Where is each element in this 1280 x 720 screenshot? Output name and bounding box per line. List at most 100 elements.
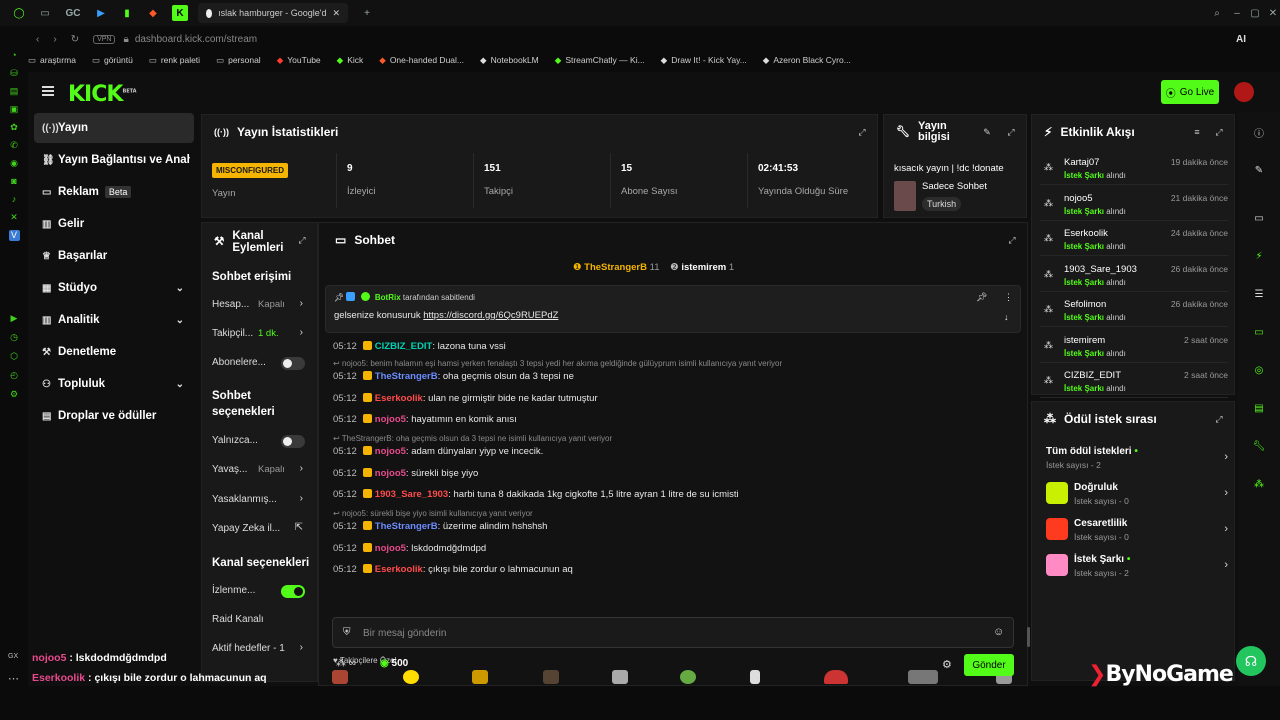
kick-logo[interactable]: KICKBETA bbox=[68, 82, 137, 107]
expand-icon[interactable]: ⤢ bbox=[1214, 414, 1224, 424]
history-icon[interactable]: ◷ bbox=[9, 332, 20, 343]
bookmark-item[interactable]: ▭ renk paleti bbox=[149, 55, 200, 66]
message-user[interactable]: CIZBIZ_EDIT bbox=[375, 341, 433, 352]
clock-icon[interactable]: ◴ bbox=[9, 370, 20, 381]
expand-icon[interactable]: ⤢ bbox=[1006, 127, 1016, 137]
browser-tab[interactable]: ıslak hamburger - Google'd ✕ bbox=[198, 3, 348, 23]
all-rewards-row[interactable]: Tüm ödül istekleri • İstek sayısı - 2 › bbox=[1046, 442, 1232, 476]
send-button[interactable]: Gönder bbox=[964, 654, 1014, 676]
toggle-switch[interactable] bbox=[281, 435, 305, 448]
vk-icon[interactable]: V bbox=[8, 230, 20, 241]
edit-icon[interactable]: ✎ bbox=[982, 127, 992, 137]
opera-logo-icon[interactable]: ◯ bbox=[12, 6, 26, 20]
nav-item-drops[interactable]: ▤ Droplar ve ödüller bbox=[34, 401, 194, 431]
toggle-switch[interactable] bbox=[281, 357, 305, 370]
cube-icon[interactable]: ⬡ bbox=[9, 351, 20, 362]
wrench-icon[interactable]: 🔧︎ bbox=[1251, 438, 1267, 454]
reward-row[interactable]: Doğruluk İstek sayısı - 0 › bbox=[1046, 478, 1232, 512]
monitor-icon[interactable]: ▭ bbox=[1251, 210, 1267, 226]
go-live-button[interactable]: ⦿ Go Live bbox=[1161, 80, 1219, 104]
emoji-icon[interactable]: ☺ bbox=[993, 626, 1004, 638]
emote-icon[interactable] bbox=[750, 670, 760, 684]
speed-dial-icon[interactable]: ◔ bbox=[9, 50, 20, 61]
action-row[interactable]: Yavaş... Kapalı › bbox=[202, 460, 317, 480]
stats-icon[interactable]: ▮ bbox=[120, 6, 134, 20]
emote-icon[interactable] bbox=[612, 670, 628, 684]
emote-icon[interactable] bbox=[472, 670, 488, 684]
nav-item-analytics[interactable]: ▥ Analitik ⌄ bbox=[34, 305, 194, 335]
emote-icon[interactable] bbox=[332, 670, 348, 684]
event-item[interactable]: ⁂ nojoo5 21 dakika önce İstek Şarkı alındı bbox=[1040, 187, 1228, 221]
search-icon[interactable]: ⌕ bbox=[1210, 6, 1224, 20]
action-row[interactable]: Aktif hedefler - 1 › bbox=[202, 639, 317, 659]
workspace-icon[interactable]: ▭ bbox=[38, 6, 52, 20]
filter-icon[interactable]: ≡ bbox=[1192, 127, 1202, 137]
message-user[interactable]: nojoo5 bbox=[375, 468, 406, 479]
bookmark-item[interactable]: ◆ NotebookLM bbox=[480, 55, 539, 66]
url-field[interactable]: dashboard.kick.com/stream bbox=[135, 34, 257, 45]
pinned-tab-icon[interactable]: ◆ bbox=[146, 6, 160, 20]
bookmark-item[interactable]: ◆ YouTube bbox=[277, 55, 321, 66]
emote-icon[interactable] bbox=[543, 670, 559, 684]
chat-message[interactable]: 05:12 CIZBIZ_EDIT: lazona tuna vssi bbox=[333, 341, 1013, 352]
back-icon[interactable]: ‹ bbox=[36, 34, 39, 45]
bookmark-item[interactable]: ▭ personal bbox=[216, 55, 261, 66]
emote-icon[interactable] bbox=[908, 670, 938, 684]
nav-item-stream-key[interactable]: ⛓Yayın Bağlantısı ve Anahtar bbox=[34, 145, 194, 175]
nav-item-revenue[interactable]: ▥ Gelir bbox=[34, 209, 194, 239]
more-icon[interactable]: ⋯ bbox=[8, 672, 19, 685]
nav-item-stream[interactable]: ((·)) Yayın bbox=[34, 113, 194, 143]
nav-item-achievements[interactable]: ♕ Başarılar bbox=[34, 241, 194, 271]
event-item[interactable]: ⁂ 1903_Sare_1903 26 dakika önce İstek Şarkı… bbox=[1040, 258, 1228, 292]
action-row[interactable]: Takipçil... 1 dk. › bbox=[202, 324, 317, 344]
event-item[interactable]: ⁂ Eserkoolik 24 dakika önce İstek Şarkı alı… bbox=[1040, 222, 1228, 256]
bookmark-item[interactable]: ◆ Azeron Black Cyro... bbox=[763, 55, 851, 66]
rewards-icon[interactable]: ⁂ bbox=[1251, 476, 1267, 492]
support-headset-icon[interactable]: ☊ bbox=[1236, 646, 1266, 676]
message-user[interactable]: nojoo5 bbox=[375, 446, 406, 457]
expand-icon[interactable]: ⤢ bbox=[857, 127, 867, 137]
message-user[interactable]: TheStrangerB bbox=[375, 371, 438, 382]
kick-tab-icon[interactable]: K bbox=[172, 5, 188, 21]
lightning-icon[interactable]: ⚡︎ bbox=[1251, 248, 1267, 264]
chatgpt-icon[interactable]: ✿ bbox=[9, 122, 20, 133]
bookmark-item[interactable]: ◆ Draw It! - Kick Yay... bbox=[661, 55, 747, 66]
chat-message[interactable]: 05:12 TheStrangerB: oha geçmis olsun da 3… bbox=[333, 371, 1013, 382]
event-item[interactable]: ⁂ istemirem 2 saat önce İstek Şarkı alındı bbox=[1040, 329, 1228, 363]
action-row[interactable]: Yasaklanmış... › bbox=[202, 490, 317, 510]
action-row[interactable]: Yapay Zeka il... ⇱ bbox=[202, 519, 317, 539]
channel-points[interactable]: ◉ 500 bbox=[380, 658, 408, 669]
gx-control-icon[interactable]: ⛁ bbox=[9, 68, 20, 79]
emote-icon[interactable] bbox=[403, 670, 419, 684]
unpin-icon[interactable]: 📌︎ bbox=[976, 292, 987, 303]
bookmark-item[interactable]: ◆ One-handed Dual... bbox=[379, 55, 464, 66]
emote-icon[interactable] bbox=[680, 670, 696, 684]
top-chatter-name[interactable]: TheStrangerB bbox=[584, 262, 647, 273]
message-user[interactable]: Eserkoolik bbox=[375, 564, 423, 575]
pinned-link[interactable]: https://discord.gg/6Qc9RUEPdZ bbox=[423, 310, 558, 321]
nav-item-studio[interactable]: ▦ Stüdyo ⌄ bbox=[34, 273, 194, 303]
emote-icon[interactable] bbox=[824, 670, 848, 684]
whatsapp-icon[interactable]: ✆ bbox=[9, 140, 20, 151]
list-icon[interactable]: ☰ bbox=[1251, 286, 1267, 302]
action-row[interactable]: Yalnızca... bbox=[202, 431, 317, 451]
nav-item-ads[interactable]: ▭ Reklam Beta bbox=[34, 177, 194, 207]
reload-icon[interactable]: ↻ bbox=[71, 34, 79, 45]
message-user[interactable]: TheStrangerB bbox=[375, 521, 438, 532]
player-side-icon[interactable]: ▶ bbox=[9, 313, 20, 324]
event-item[interactable]: ⁂ Kartaj07 19 dakika önce İstek Şarkı alınd… bbox=[1040, 151, 1228, 185]
gx-corner-icon[interactable]: GC bbox=[64, 6, 82, 20]
instagram-icon[interactable]: ◙ bbox=[9, 176, 20, 187]
news-icon[interactable]: ▤ bbox=[9, 86, 20, 97]
collapse-icon[interactable]: ↓ bbox=[1004, 312, 1009, 322]
broadcast-icon[interactable]: ◎ bbox=[1251, 362, 1267, 378]
top-chatter-name[interactable]: istemirem bbox=[681, 262, 726, 273]
message-user[interactable]: Eserkoolik bbox=[375, 393, 423, 404]
message-user[interactable]: 1903_Sare_1903 bbox=[375, 489, 448, 500]
ai-button[interactable]: AI bbox=[1236, 34, 1246, 45]
tiktok-icon[interactable]: ♪ bbox=[9, 194, 20, 205]
info-icon[interactable]: ⓘ bbox=[1251, 124, 1267, 140]
messenger-icon[interactable]: ▣ bbox=[9, 104, 20, 115]
action-row[interactable]: İzlenme... bbox=[202, 581, 317, 601]
expand-icon[interactable]: ⤢ bbox=[1007, 235, 1017, 245]
